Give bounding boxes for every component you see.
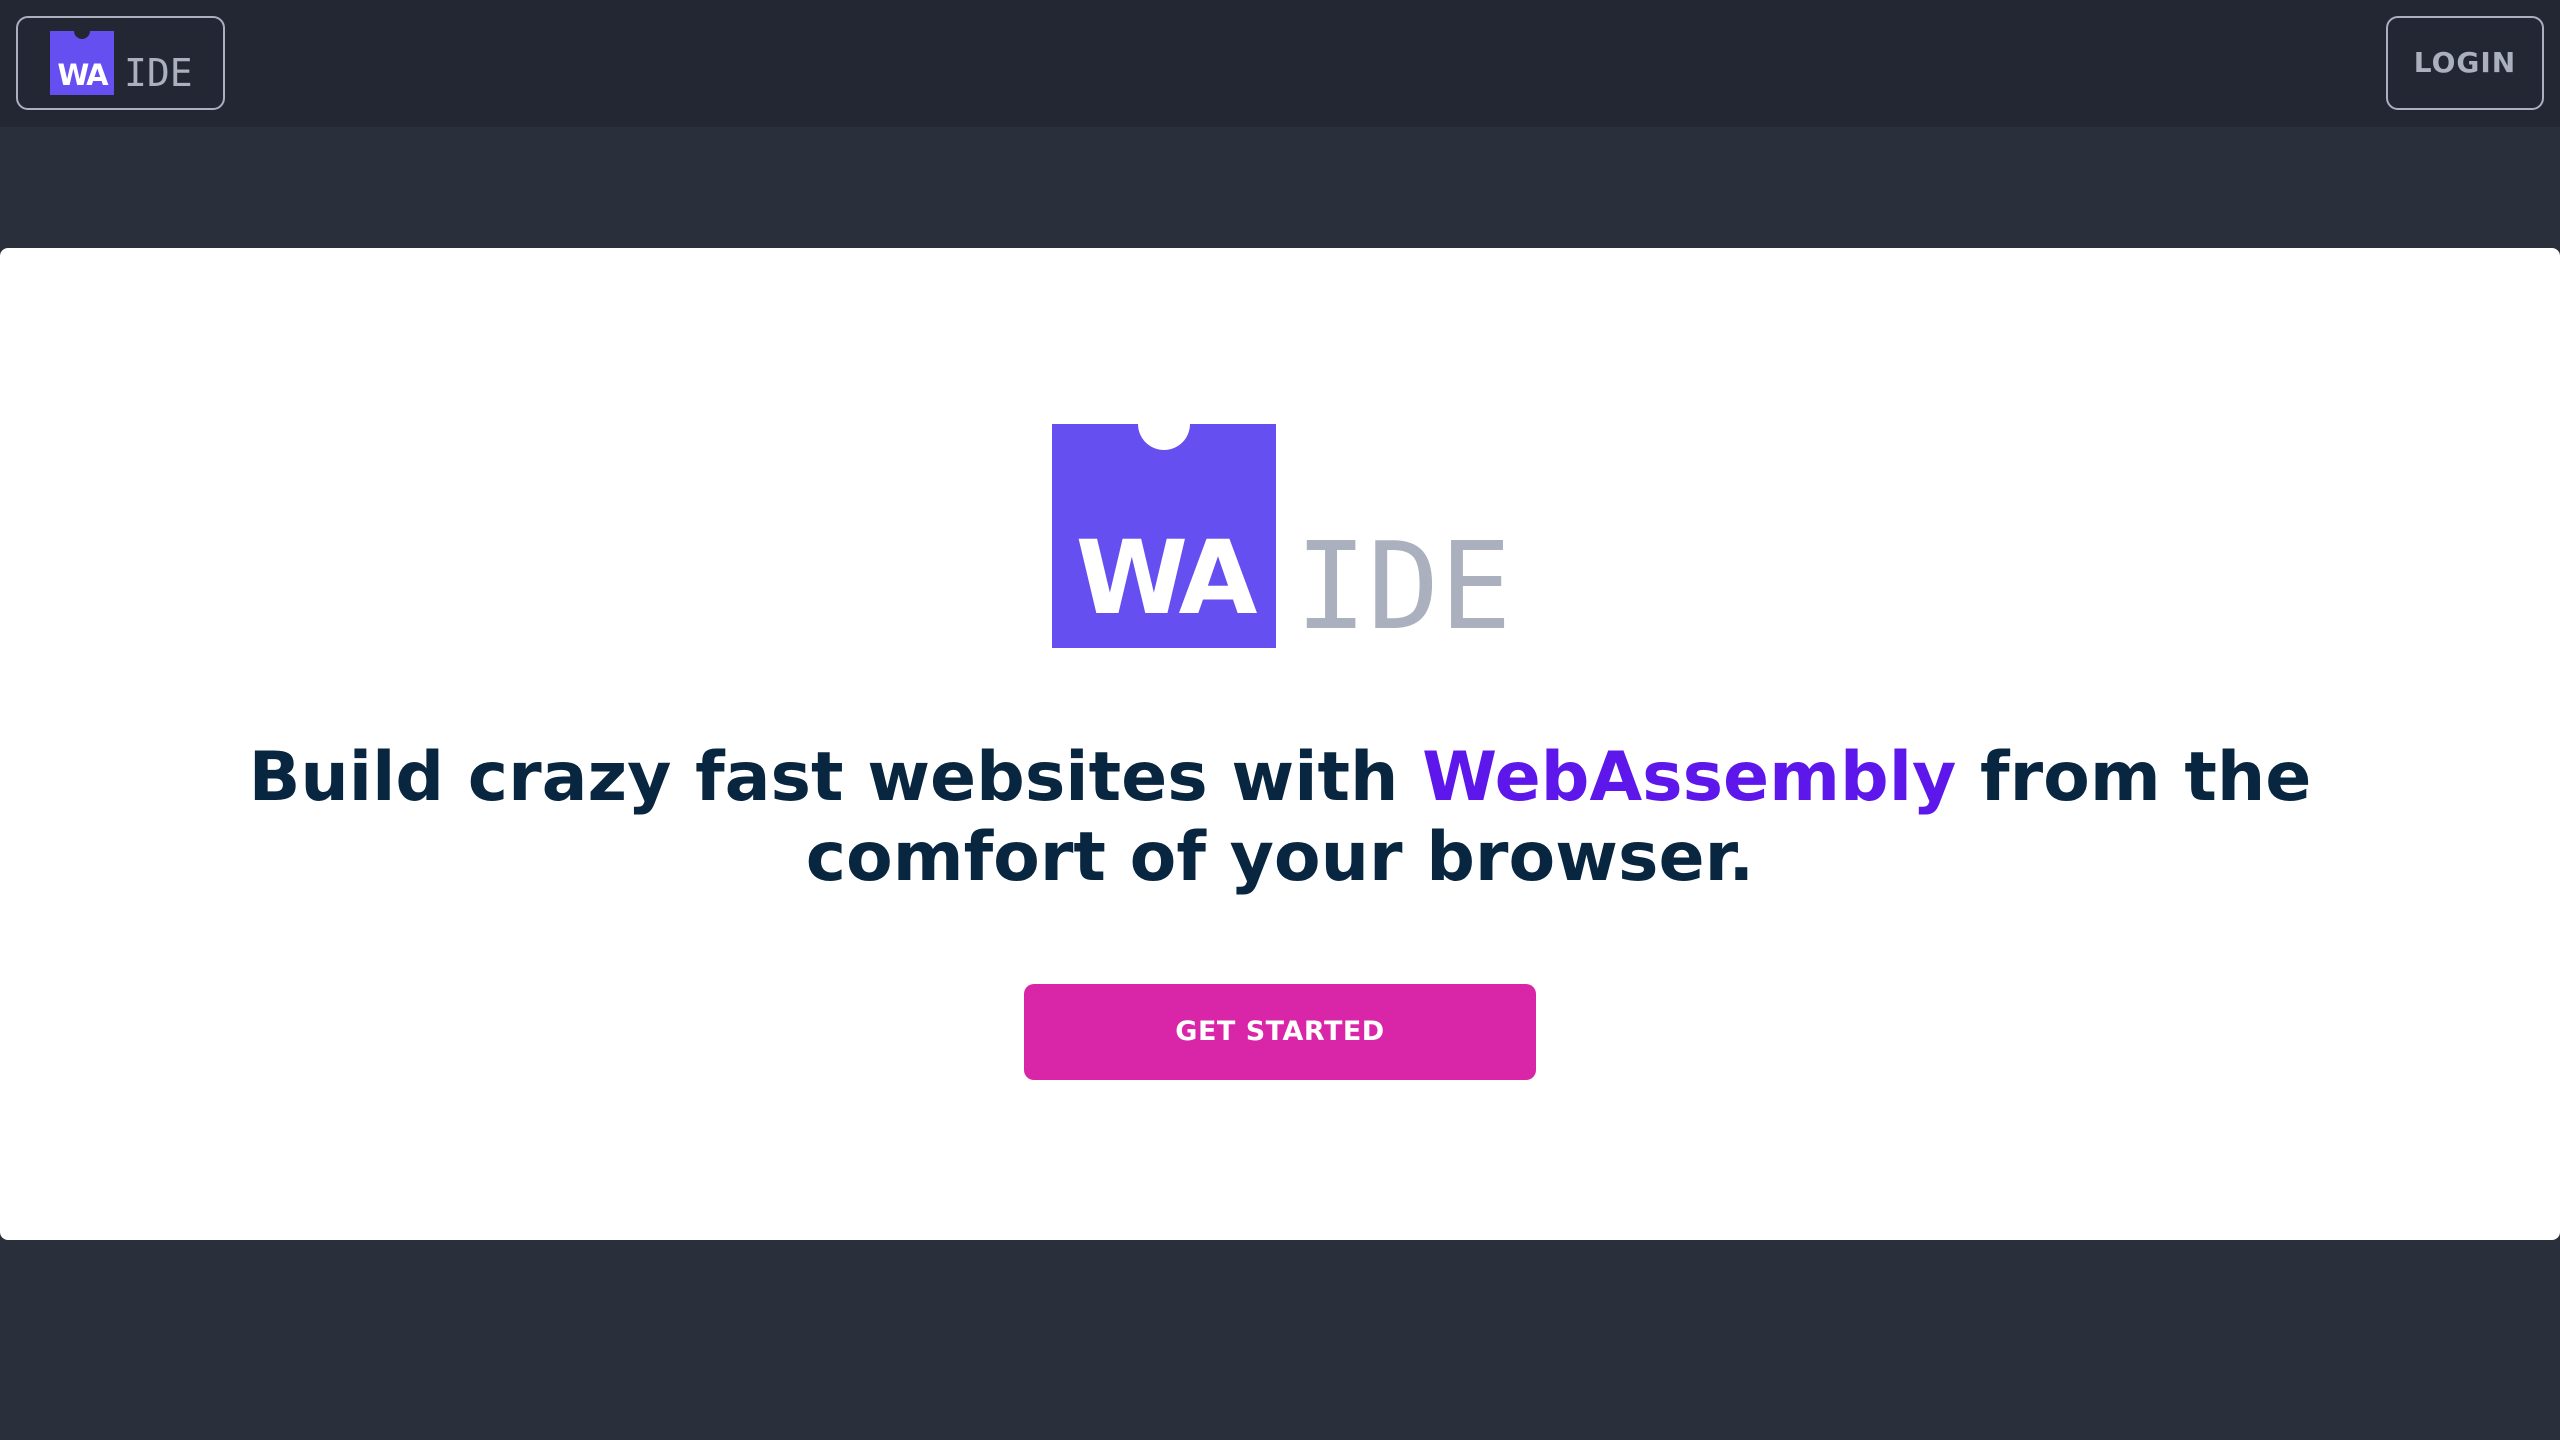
hero-logo-mark-text: WA — [1075, 519, 1258, 638]
get-started-button[interactable]: GET STARTED — [1024, 984, 1536, 1080]
headline-accent-text: WebAssembly — [1422, 738, 1957, 817]
webassembly-logo-icon: WA — [1052, 398, 1276, 648]
hero-card: WA IDE Build crazy fast websites with We… — [0, 248, 2560, 1240]
login-button[interactable]: LOGIN — [2386, 16, 2544, 110]
logo-notch — [74, 23, 90, 39]
headline-text-start: Build crazy fast websites with — [248, 738, 1423, 817]
top-navbar: WA IDE LOGIN — [0, 0, 2560, 127]
logo-mark-text: WA — [57, 58, 108, 92]
logo-product-text: IDE — [124, 51, 193, 95]
webassembly-logo-icon: WA — [50, 23, 114, 95]
hero-logo-product-text: IDE — [1295, 518, 1512, 657]
logo-notch — [1138, 398, 1190, 450]
hero-headline: Build crazy fast websites with WebAssemb… — [120, 738, 2440, 898]
home-logo-button[interactable]: WA IDE — [16, 16, 225, 110]
